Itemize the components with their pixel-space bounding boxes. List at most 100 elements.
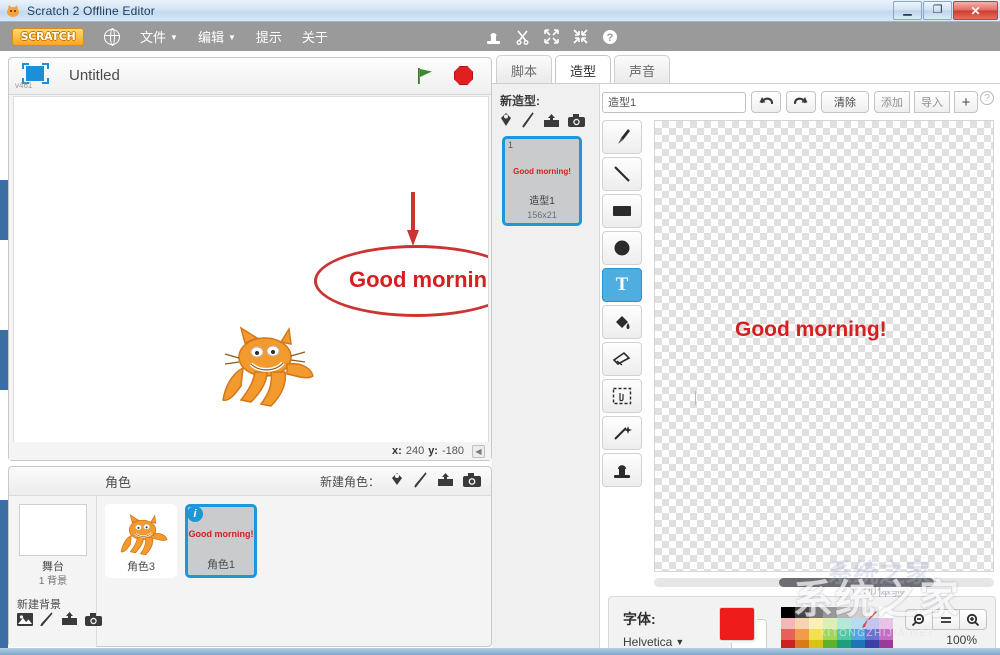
green-flag-icon[interactable] — [415, 66, 435, 86]
color-swatch[interactable] — [879, 618, 893, 629]
camera-icon[interactable] — [463, 473, 481, 490]
brush-tool-button[interactable] — [602, 120, 642, 154]
text-caret — [695, 391, 696, 405]
menu-item-file[interactable]: 文件 ▼ — [140, 27, 178, 46]
scrollbar-thumb[interactable] — [779, 578, 934, 587]
fill-tool-button[interactable] — [602, 305, 642, 339]
menu-item-edit-label: 编辑 — [197, 30, 224, 45]
paint-icon[interactable] — [40, 612, 54, 631]
line-tool-button[interactable] — [602, 157, 642, 191]
tab-costumes[interactable]: 造型 — [555, 55, 612, 86]
color-swatch[interactable] — [809, 618, 823, 629]
maximize-button[interactable]: ❐ — [923, 1, 952, 20]
primary-color-swatch[interactable] — [719, 607, 755, 641]
desktop-edge-strip — [0, 500, 8, 650]
library-icon[interactable] — [389, 472, 405, 491]
library-icon[interactable] — [498, 112, 514, 133]
tab-scripts[interactable]: 脚本 — [496, 55, 553, 86]
color-swatch[interactable] — [837, 629, 851, 640]
costume-name-input[interactable]: 造型1 — [602, 91, 746, 113]
costume-item-1[interactable]: 1 Good morning! 造型1 156x21 — [502, 136, 582, 226]
color-swatch[interactable] — [823, 629, 837, 640]
sprite-card-jiaose1[interactable]: i Good morning! 角色1 — [185, 504, 257, 578]
paint-toolbar: 造型1 清除 添加 导入 + — [600, 88, 1000, 116]
stamp-tool-button[interactable] — [602, 453, 642, 487]
menu-item-tips[interactable]: 提示 — [256, 27, 282, 46]
stop-button[interactable] — [454, 66, 473, 85]
scratch-logo[interactable]: SCRATCH — [12, 27, 84, 46]
costume-preview-text: Good morning! — [513, 167, 571, 176]
color-swatch[interactable] — [823, 618, 837, 629]
cat-sprite — [209, 322, 319, 412]
eraser-tool-button[interactable] — [602, 342, 642, 376]
ellipse-tool-button[interactable] — [602, 231, 642, 265]
tab-scripts-label: 脚本 — [511, 64, 538, 79]
color-swatch[interactable] — [795, 629, 809, 640]
stamp-icon — [613, 461, 631, 479]
color-swatch[interactable] — [795, 618, 809, 629]
stamp-tool-icon[interactable] — [486, 29, 501, 45]
paint-canvas[interactable]: Good morning! — [654, 120, 994, 572]
color-swatch[interactable] — [795, 607, 809, 618]
chevron-left-icon[interactable]: ◀ — [472, 444, 485, 458]
color-swatch[interactable] — [781, 618, 795, 629]
close-button[interactable]: ✕ — [953, 1, 998, 20]
color-swatch[interactable] — [809, 629, 823, 640]
eyedropper-icon[interactable] — [857, 609, 879, 636]
globe-icon[interactable] — [103, 28, 120, 46]
zoom-out-button[interactable] — [905, 609, 933, 630]
color-swatch[interactable] — [809, 607, 823, 618]
stage-thumbnail[interactable] — [19, 504, 87, 556]
font-dropdown[interactable]: Helvetica ▼ — [623, 635, 684, 649]
library-icon[interactable] — [17, 612, 33, 631]
zoom-in-button[interactable] — [959, 609, 987, 630]
rectangle-tool-button[interactable] — [602, 194, 642, 228]
question-mark-icon[interactable]: ? — [980, 91, 994, 105]
upload-icon[interactable] — [61, 612, 78, 631]
window-titlebar: Scratch 2 Offline Editor ▁ ❐ ✕ — [0, 0, 1000, 22]
add-button[interactable]: 添加 — [874, 91, 910, 113]
upload-icon[interactable] — [543, 113, 560, 133]
canvas-horizontal-scrollbar[interactable] — [654, 578, 994, 587]
color-swatch[interactable] — [781, 629, 795, 640]
upload-icon[interactable] — [437, 472, 454, 491]
tab-sounds[interactable]: 声音 — [614, 55, 671, 86]
select-tool-button[interactable] — [602, 379, 642, 413]
stage-canvas[interactable]: Good morning — [13, 96, 489, 451]
undo-button[interactable] — [751, 91, 781, 113]
zoom-reset-button[interactable] — [932, 609, 960, 630]
stage-selector-column[interactable]: 舞台 1 背景 新建背景 — [9, 496, 102, 647]
page-title[interactable]: Untitled — [69, 67, 120, 84]
reshape-tool-button[interactable] — [602, 416, 642, 450]
paint-icon[interactable] — [414, 472, 428, 491]
text-tool-button[interactable]: T — [602, 268, 642, 302]
shrink-tool-icon[interactable] — [573, 29, 588, 44]
brush-icon — [612, 127, 632, 147]
import-button[interactable]: 导入 — [914, 91, 950, 113]
color-swatch[interactable] — [879, 629, 893, 640]
menu-item-about[interactable]: 关于 — [302, 27, 328, 46]
redo-button[interactable] — [786, 91, 816, 113]
tab-sounds-label: 声音 — [629, 64, 656, 79]
menu-item-edit[interactable]: 编辑 ▼ — [198, 27, 236, 46]
stage-icon-corner — [42, 63, 49, 69]
help-tool-icon[interactable]: ? — [602, 29, 618, 45]
sprite-card-jiaose3[interactable]: 角色3 — [105, 504, 177, 578]
color-swatch[interactable] — [781, 607, 795, 618]
camera-icon[interactable] — [568, 113, 585, 132]
sprite-info-badge[interactable]: i — [187, 506, 203, 522]
color-swatch[interactable] — [837, 618, 851, 629]
add-new-button[interactable]: + — [954, 91, 978, 113]
color-swatch[interactable] — [823, 607, 837, 618]
canvas-text-object[interactable]: Good morning! — [735, 318, 887, 342]
window-title: Scratch 2 Offline Editor — [27, 3, 155, 18]
minimize-button[interactable]: ▁ — [893, 1, 922, 20]
clear-button-label: 清除 — [834, 97, 856, 109]
grow-tool-icon[interactable] — [544, 29, 559, 44]
color-swatch[interactable] — [879, 607, 893, 618]
cut-tool-icon[interactable] — [515, 29, 530, 45]
sprite-card-label: 角色1 — [206, 559, 236, 571]
paint-icon[interactable] — [522, 112, 535, 133]
color-swatch[interactable] — [837, 607, 851, 618]
clear-button[interactable]: 清除 — [821, 91, 869, 113]
